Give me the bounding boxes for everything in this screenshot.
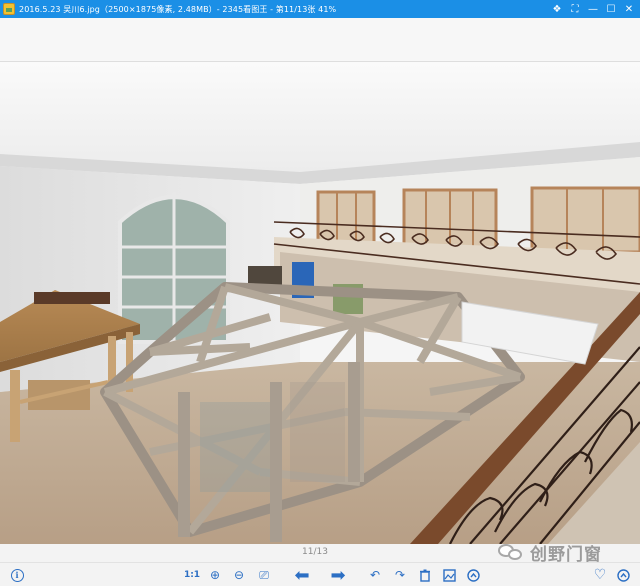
- info-icon: i: [10, 568, 24, 582]
- fullscreen-button[interactable]: ⛶: [566, 0, 584, 18]
- maximize-button[interactable]: ☐: [602, 0, 620, 18]
- more-up-icon[interactable]: [464, 566, 482, 584]
- minimize-button[interactable]: —: [584, 0, 602, 18]
- delete-icon[interactable]: [416, 566, 434, 584]
- zoom-in-icon[interactable]: ⊕: [206, 566, 224, 584]
- window-controls: ❖ ⛶ — ☐ ✕: [548, 0, 638, 18]
- wechat-logo-icon: [498, 541, 524, 563]
- image-viewer[interactable]: [0, 62, 640, 544]
- fit-window-icon[interactable]: ⎚: [255, 566, 273, 584]
- trash-icon: [420, 569, 430, 582]
- circle-menu-icon: [616, 568, 630, 582]
- page-indicator: 11/13: [302, 547, 328, 557]
- favorite-icon[interactable]: ♡: [591, 566, 609, 584]
- actual-size-button[interactable]: 1:1: [182, 566, 202, 584]
- image-edit-icon: [442, 568, 456, 582]
- title-bar: 2016.5.23 吴川6.jpg（2500×1875像素, 2.48MB）- …: [0, 0, 640, 18]
- window-title: 2016.5.23 吴川6.jpg（2500×1875像素, 2.48MB）- …: [19, 4, 337, 14]
- image-top-area: [0, 18, 640, 62]
- circle-up-icon: [466, 568, 480, 582]
- close-button[interactable]: ✕: [620, 0, 638, 18]
- bottom-toolbar: i 1:1 ⊕ ⊖ ⎚ ⬅ ➡ ↶ ↷ ♡: [0, 562, 640, 586]
- menu-up-icon[interactable]: [614, 566, 632, 584]
- previous-image-icon[interactable]: ⬅: [290, 565, 314, 586]
- skin-button[interactable]: ❖: [548, 0, 566, 18]
- rotate-left-icon[interactable]: ↶: [366, 566, 384, 584]
- rotate-right-icon[interactable]: ↷: [391, 566, 409, 584]
- next-image-icon[interactable]: ➡: [326, 565, 350, 586]
- zoom-out-icon[interactable]: ⊖: [230, 566, 248, 584]
- app-icon: [3, 3, 15, 15]
- edit-image-icon[interactable]: [440, 566, 458, 584]
- info-button[interactable]: i: [8, 566, 26, 584]
- rendered-photo: [0, 62, 640, 544]
- watermark-text: 创野门窗: [530, 544, 602, 565]
